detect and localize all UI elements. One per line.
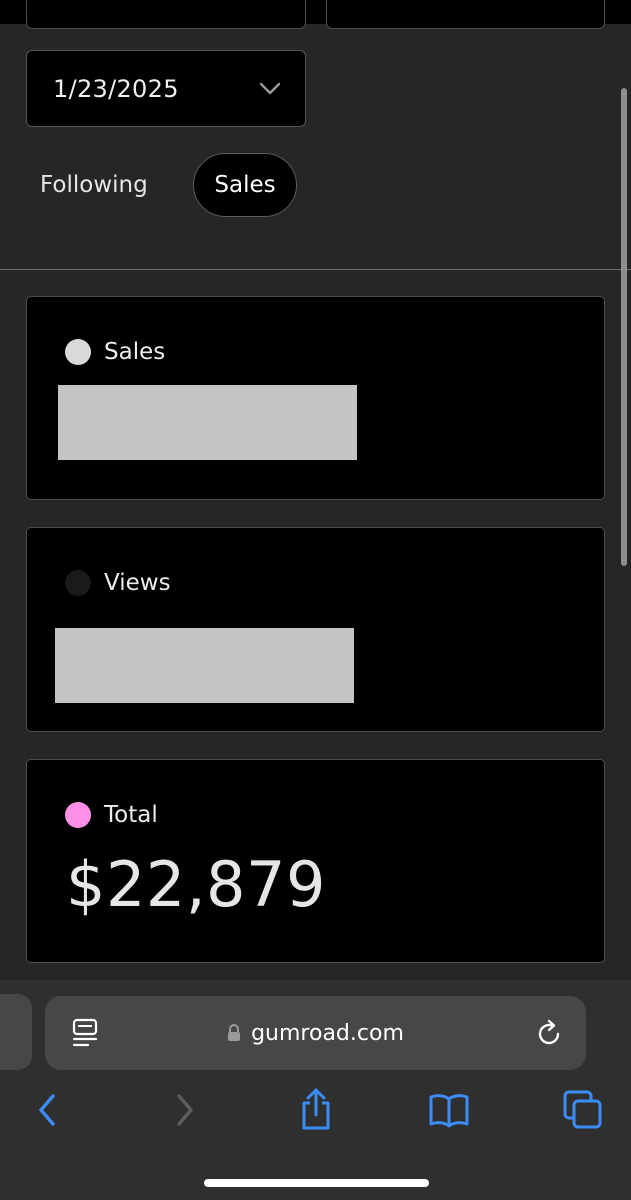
lock-icon [228,1024,241,1041]
back-icon[interactable] [30,1090,64,1130]
tab-following[interactable]: Following [24,153,164,217]
secondary-select[interactable] [326,0,605,29]
forward-icon[interactable] [168,1090,202,1130]
date-value: 1/23/2025 [53,74,179,103]
views-value-placeholder [55,628,354,703]
tab-sales[interactable]: Sales [193,153,297,217]
total-legend[interactable]: Total [65,802,158,828]
address-bar[interactable]: gumroad.com [45,996,586,1070]
total-value: $22,879 [66,848,326,921]
bookmarks-icon[interactable] [427,1090,471,1130]
page-scrollbar[interactable] [621,88,627,566]
tabs-icon[interactable] [561,1088,605,1132]
end-date-select[interactable]: 1/23/2025 [26,50,306,127]
url-display[interactable]: gumroad.com [45,996,586,1070]
tab-following-label: Following [40,172,148,198]
total-label: Total [104,802,158,828]
views-label: Views [104,570,171,596]
views-card: Views [26,527,605,732]
url-text: gumroad.com [251,1020,404,1046]
views-legend[interactable]: Views [65,570,171,596]
chevron-down-icon [259,82,281,94]
home-indicator [204,1179,429,1187]
sales-dot-icon [65,339,91,365]
share-icon[interactable] [297,1086,335,1132]
views-dot-icon [65,570,91,596]
previous-tab-pill[interactable] [0,994,32,1070]
start-date-select[interactable] [26,0,306,29]
sales-value-placeholder [58,385,357,460]
sales-label: Sales [104,339,166,365]
total-card: Total $22,879 [26,759,605,963]
section-divider [0,269,631,270]
sales-card: Sales [26,296,605,500]
sales-legend[interactable]: Sales [65,339,165,365]
tab-sales-label: Sales [214,172,276,198]
reload-icon[interactable] [535,1018,565,1048]
total-dot-icon [65,802,91,828]
